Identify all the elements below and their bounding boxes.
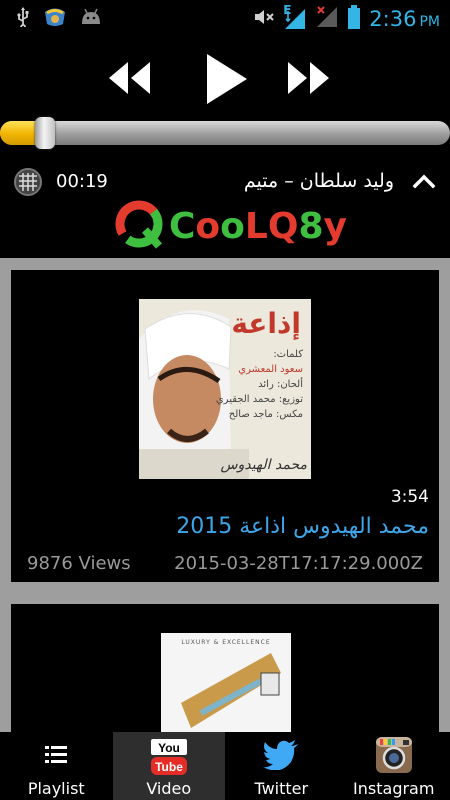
tab-label: Instagram bbox=[353, 779, 435, 798]
seek-track bbox=[0, 121, 450, 145]
svg-text:Tube: Tube bbox=[155, 760, 183, 774]
credit-line: مكس: ماجد صالح bbox=[228, 409, 303, 420]
credit-line: كلمات: bbox=[273, 349, 303, 360]
mute-icon bbox=[253, 7, 275, 31]
credit-line: ألحان: رائد bbox=[258, 379, 303, 390]
logo-letter: C bbox=[169, 206, 196, 247]
battery-icon bbox=[347, 5, 361, 33]
elapsed-time: 00:19 bbox=[56, 171, 108, 192]
thumbnail-headline: إذاعة bbox=[231, 307, 301, 340]
tab-twitter[interactable]: Twitter bbox=[225, 732, 338, 800]
logo-letter: o bbox=[220, 206, 245, 247]
thumbnail-headline: LUXURY & EXCELLENCE bbox=[181, 639, 271, 646]
app-logo-banner: CooLQ8y bbox=[109, 196, 347, 258]
game-icon bbox=[42, 6, 68, 32]
play-icon[interactable] bbox=[203, 52, 249, 110]
now-playing-thumbnail bbox=[14, 168, 42, 196]
logo-letter: Q bbox=[267, 206, 299, 247]
tab-label: Video bbox=[146, 779, 192, 798]
thumbnail-artist: محمد الهيدوس bbox=[220, 457, 307, 473]
clock-time: 2:36 bbox=[369, 7, 417, 31]
usb-icon bbox=[16, 7, 30, 31]
bottom-navigation: Playlist You Tube Video Twitter Instagram bbox=[0, 732, 450, 800]
seek-handle[interactable] bbox=[35, 117, 55, 149]
credit-line: سعود المعشري bbox=[238, 364, 303, 375]
rewind-icon[interactable] bbox=[106, 58, 152, 102]
instagram-icon bbox=[375, 736, 413, 778]
video-thumbnail: إذاعة كلمات: سعود المعشري ألحان: رائد تو… bbox=[139, 299, 311, 479]
seek-bar[interactable] bbox=[0, 117, 450, 149]
app-screen: E 2:36 PM 00:19 وليد سلطان – متيم CooLQ8… bbox=[0, 0, 450, 800]
logo-letter: 8 bbox=[298, 206, 324, 247]
status-bar: E 2:36 PM bbox=[0, 0, 450, 38]
status-clock: 2:36 PM bbox=[369, 7, 440, 31]
clock-ampm: PM bbox=[419, 14, 440, 30]
signal-icon bbox=[315, 5, 339, 33]
video-feed[interactable]: إذاعة كلمات: سعود المعشري ألحان: رائد تو… bbox=[0, 258, 450, 732]
logo-letter: y bbox=[323, 206, 347, 247]
video-duration: 3:54 bbox=[390, 487, 429, 507]
now-playing-bar[interactable]: 00:19 وليد سلطان – متيم bbox=[0, 163, 450, 199]
credit-line: توزيع: محمد الجقيري bbox=[215, 394, 303, 405]
video-card[interactable]: إذاعة كلمات: سعود المعشري ألحان: رائد تو… bbox=[11, 270, 439, 582]
tab-instagram[interactable]: Instagram bbox=[338, 732, 450, 800]
data-signal-icon: E bbox=[283, 3, 307, 31]
now-playing-title: وليد سلطان – متيم bbox=[243, 170, 394, 192]
logo-letter: o bbox=[195, 206, 221, 247]
chevron-up-icon[interactable] bbox=[412, 169, 436, 197]
tab-video[interactable]: You Tube Video bbox=[112, 732, 225, 800]
svg-text:You: You bbox=[158, 741, 180, 755]
fast-forward-icon[interactable] bbox=[286, 58, 332, 102]
q-logo-icon bbox=[115, 200, 165, 254]
video-title[interactable]: محمد الهيدوس اذاعة 2015 bbox=[176, 514, 429, 539]
video-meta: 9876 Views 2015-03-28T17:17:29.000Z bbox=[27, 553, 423, 574]
view-count: 9876 Views bbox=[27, 553, 131, 574]
tab-label: Playlist bbox=[27, 779, 85, 798]
video-thumbnail: LUXURY & EXCELLENCE bbox=[161, 633, 291, 732]
thumbnail-credits: كلمات: سعود المعشري ألحان: رائد توزيع: م… bbox=[213, 347, 303, 422]
tab-playlist[interactable]: Playlist bbox=[0, 732, 113, 800]
android-icon bbox=[80, 8, 102, 30]
youtube-icon: You Tube bbox=[149, 738, 189, 782]
twitter-bird-icon bbox=[263, 740, 299, 774]
logo-letter: L bbox=[244, 206, 268, 247]
publish-date: 2015-03-28T17:17:29.000Z bbox=[174, 553, 423, 574]
app-logo-text: CooLQ8y bbox=[169, 209, 347, 245]
video-card[interactable]: LUXURY & EXCELLENCE bbox=[11, 604, 439, 732]
list-icon bbox=[45, 744, 68, 768]
player-controls bbox=[0, 38, 450, 118]
tab-label: Twitter bbox=[254, 779, 309, 798]
